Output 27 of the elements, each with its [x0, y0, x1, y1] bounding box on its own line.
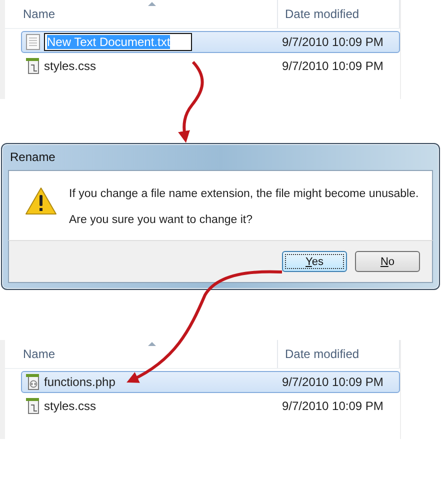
file-name: styles.css [44, 399, 96, 413]
file-name: styles.css [44, 59, 96, 73]
code-file-icon [26, 374, 40, 390]
document-icon [26, 398, 40, 414]
text-file-icon [26, 34, 40, 50]
dialog-title: Rename [9, 149, 56, 166]
date-cell: 9/7/2010 10:09 PM [282, 35, 384, 49]
file-row[interactable]: styles.css 9/7/2010 10:09 PM [21, 395, 400, 417]
confirmation-question: Are you sure you want to change it? [69, 214, 254, 226]
column-header[interactable]: Date modified [278, 340, 400, 368]
warning-icon [25, 187, 57, 215]
file-name: functions.php [44, 375, 116, 389]
file-row[interactable]: New Text Document.txt 9/7/2010 10:09 PM [21, 31, 400, 53]
file-row[interactable]: functions.php 9/7/2010 10:09 PM [21, 371, 400, 393]
dialog-button[interactable]: Yes [282, 251, 347, 272]
column-header[interactable]: Name [5, 340, 278, 368]
date-cell: 9/7/2010 10:09 PM [282, 59, 384, 73]
column-header[interactable]: Date modified [278, 0, 400, 28]
file-row[interactable]: styles.css 9/7/2010 10:09 PM [21, 55, 400, 77]
sort-arrow-icon [148, 342, 156, 346]
dialog-button[interactable]: No [355, 251, 420, 272]
warning-message: If you change a file name extension, the file might become unusable. [69, 188, 419, 200]
date-cell: 9/7/2010 10:09 PM [282, 399, 384, 413]
sort-arrow-icon [148, 2, 156, 6]
column-header[interactable]: Name [5, 0, 278, 28]
date-cell: 9/7/2010 10:09 PM [282, 375, 384, 389]
document-icon [26, 58, 40, 74]
